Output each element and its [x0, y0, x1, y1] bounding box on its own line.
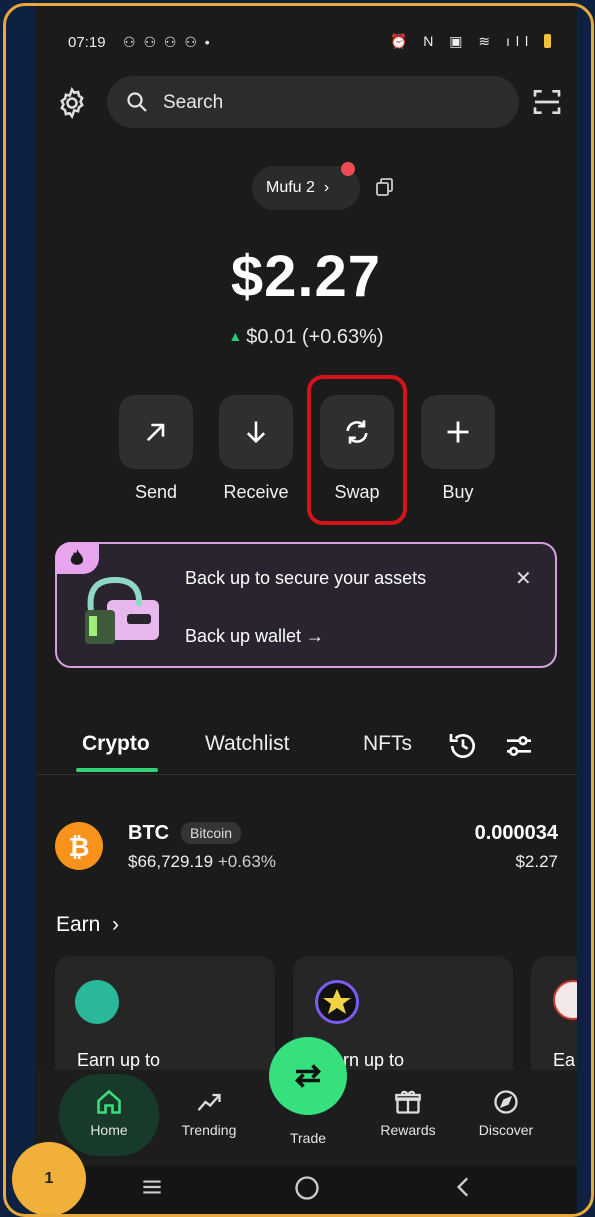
trade-fab-button[interactable]	[269, 1037, 347, 1115]
asset-tabs: Crypto Watchlist NFTs	[35, 724, 577, 775]
recent-apps-icon[interactable]	[139, 1174, 165, 1200]
star-token-icon	[315, 980, 359, 1024]
asset-price: $66,729.19 +0.63%	[128, 852, 276, 871]
fire-badge	[55, 542, 99, 574]
copy-icon[interactable]	[375, 177, 395, 197]
nav-rewards[interactable]: Rewards	[363, 1088, 453, 1138]
settings-gear-icon[interactable]	[55, 86, 89, 120]
tab-crypto[interactable]: Crypto	[82, 732, 150, 756]
arrow-up-right-icon	[146, 423, 165, 442]
fire-icon	[70, 549, 84, 565]
back-chevron-icon[interactable]	[451, 1174, 477, 1200]
scan-qr-icon[interactable]	[531, 86, 563, 118]
active-tab-underline	[76, 768, 158, 772]
buy-button[interactable]: Buy	[421, 395, 495, 503]
total-balance: $2.27	[230, 244, 382, 309]
nav-trade[interactable]: Trade	[263, 1130, 353, 1146]
tab-nfts[interactable]: NFTs	[363, 732, 412, 756]
search-icon	[127, 92, 147, 112]
notification-icons: ⚇ ⚇ ⚇ ⚇ •	[123, 34, 212, 50]
system-status-icons: ⏰ N ▣ ≋ ıll	[390, 33, 551, 50]
nav-discover[interactable]: Discover	[461, 1088, 551, 1138]
balance-change: ▲ $0.01 (+0.63%)	[228, 326, 384, 348]
backup-banner[interactable]: Back up to secure your assets Back up wa…	[55, 542, 557, 668]
backup-wallet-link[interactable]: Back up wallet →	[185, 626, 324, 647]
padlock-illustration-icon	[85, 576, 159, 644]
asset-amount: 0.000034	[474, 822, 558, 844]
receive-button[interactable]: Receive	[219, 395, 293, 503]
phone-screen: 07:19 ⚇ ⚇ ⚇ ⚇ • ⏰ N ▣ ≋ ıll Search Mufu …	[35, 6, 577, 1214]
plus-icon	[447, 421, 469, 443]
gift-icon	[395, 1090, 421, 1114]
receive-label: Receive	[223, 482, 289, 502]
asset-name-badge: Bitcoin	[181, 822, 242, 844]
usdt-earn-icon	[75, 980, 119, 1024]
home-icon	[97, 1089, 121, 1114]
nav-trending[interactable]: Trending	[164, 1088, 254, 1138]
buy-label: Buy	[442, 482, 474, 502]
search-placeholder: Search	[163, 92, 224, 113]
android-system-bar	[35, 1166, 577, 1214]
tab-watchlist[interactable]: Watchlist	[205, 732, 289, 756]
status-time: 07:19	[68, 34, 106, 51]
step-number-badge: 1	[12, 1142, 86, 1214]
compass-icon	[494, 1090, 518, 1114]
up-triangle-icon: ▲	[228, 328, 243, 344]
send-button[interactable]: Send	[119, 395, 193, 503]
asset-symbol: BTC	[128, 822, 170, 844]
swap-highlight-box	[307, 375, 407, 525]
swap-arrows-icon	[294, 1064, 322, 1088]
earn-card-text: rn up to	[343, 1050, 405, 1070]
notification-dot	[341, 162, 355, 176]
screenshot-frame: 07:19 ⚇ ⚇ ⚇ ⚇ • ⏰ N ▣ ≋ ıll Search Mufu …	[3, 3, 594, 1217]
earn-section-header[interactable]: Earn ›	[56, 913, 119, 937]
close-icon[interactable]: ✕	[515, 566, 532, 591]
bitcoin-logo-icon: ₿	[55, 822, 103, 870]
token-icon	[553, 980, 577, 1020]
trending-up-icon	[197, 1093, 221, 1111]
battery-icon	[544, 34, 551, 48]
asset-fiat-value: $2.27	[515, 852, 558, 871]
home-circle-icon[interactable]	[293, 1174, 321, 1202]
banner-title: Back up to secure your assets	[185, 568, 427, 588]
earn-card-text: Ea	[553, 1050, 576, 1070]
status-bar: 07:19 ⚇ ⚇ ⚇ ⚇ • ⏰ N ▣ ≋ ıll	[35, 30, 577, 60]
search-bar[interactable]: Search	[107, 76, 519, 128]
wallet-name: Mufu 2 ›	[266, 179, 330, 196]
send-label: Send	[134, 482, 178, 502]
earn-card-text: Earn up to	[77, 1050, 161, 1070]
arrow-down-icon	[246, 421, 266, 444]
filter-sliders-icon[interactable]	[503, 730, 535, 762]
history-icon[interactable]	[447, 730, 479, 762]
asset-row-btc[interactable]: ₿ BTC Bitcoin $66,729.19 +0.63% 0.000034…	[35, 816, 577, 876]
nav-home[interactable]: Home	[64, 1088, 154, 1138]
